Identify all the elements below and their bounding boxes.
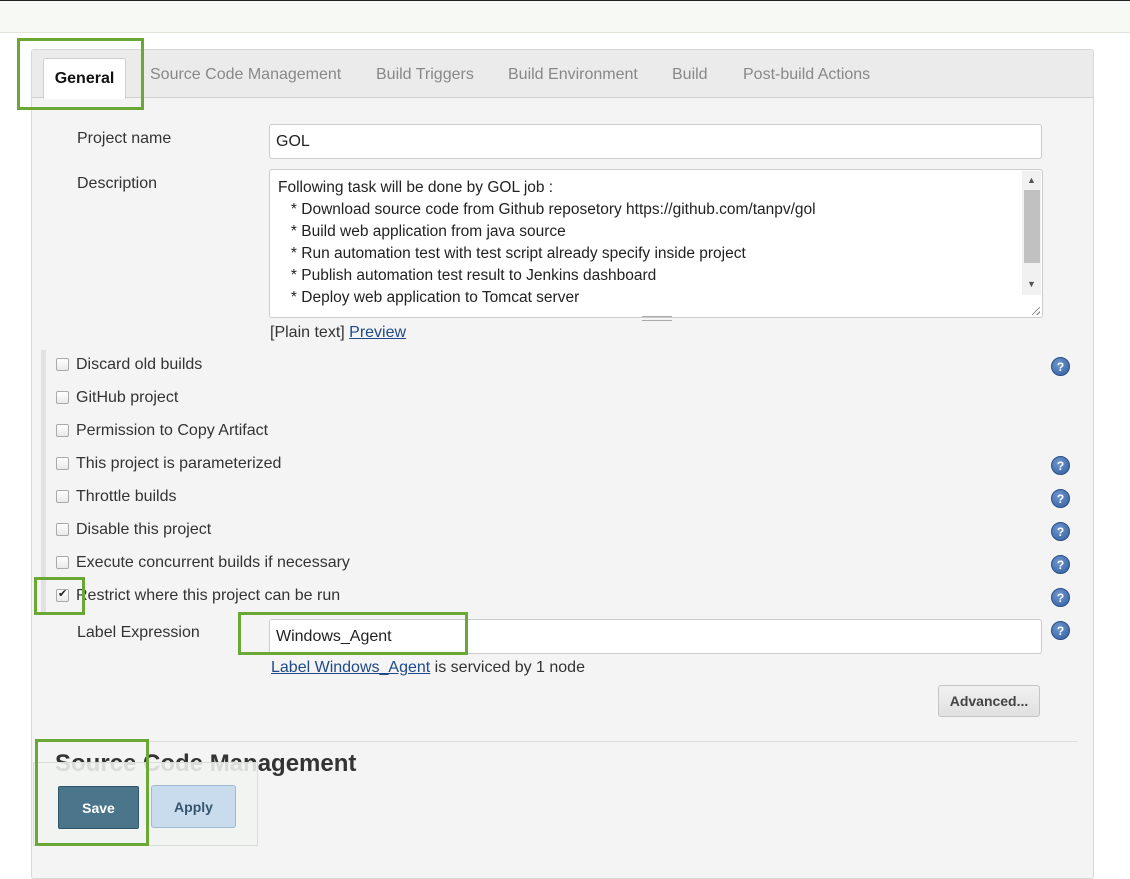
tab-general[interactable]: General bbox=[43, 58, 126, 99]
preview-link[interactable]: Preview bbox=[349, 324, 406, 341]
label-expression-value: Windows_Agent bbox=[276, 627, 392, 645]
tab-build[interactable]: Build bbox=[672, 66, 708, 84]
description-line: * Deploy web application to Tomcat serve… bbox=[278, 289, 580, 306]
description-format-line: [Plain text] Preview bbox=[270, 324, 406, 342]
restrict-project-checkbox[interactable] bbox=[56, 587, 69, 602]
permission-copy-artifact-checkbox[interactable] bbox=[56, 424, 69, 437]
disable-project-label: Disable this project bbox=[76, 521, 212, 538]
help-icon[interactable]: ? bbox=[1051, 357, 1070, 376]
label-status-text: is serviced by 1 node bbox=[430, 659, 585, 676]
label-windows-agent-link[interactable]: Label Windows_Agent bbox=[271, 659, 430, 676]
github-project-checkbox[interactable] bbox=[56, 391, 69, 404]
advanced-button[interactable]: Advanced... bbox=[938, 685, 1040, 717]
throttle-builds-checkbox[interactable] bbox=[56, 490, 69, 503]
scrollbar-thumb[interactable] bbox=[1024, 190, 1040, 263]
description-line: * Download source code from Github repos… bbox=[278, 201, 816, 218]
parameterized-checkbox[interactable] bbox=[56, 457, 69, 470]
description-textarea[interactable]: Following task will be done by GOL job :… bbox=[269, 169, 1043, 318]
throttle-builds-label: Throttle builds bbox=[76, 488, 177, 505]
label-status-line: Label Windows_Agent is serviced by 1 nod… bbox=[271, 659, 585, 677]
save-button[interactable]: Save bbox=[58, 786, 139, 829]
resize-handle-icon[interactable] bbox=[1032, 307, 1040, 315]
description-line: Following task will be done by GOL job : bbox=[278, 179, 554, 196]
top-bar bbox=[0, 0, 1130, 33]
restrict-project-label: Restrict where this project can be run bbox=[76, 587, 341, 604]
tab-build-triggers[interactable]: Build Triggers bbox=[376, 66, 474, 84]
discard-old-builds-label: Discard old builds bbox=[76, 356, 203, 373]
description-scrollbar[interactable]: ▲ ▼ bbox=[1022, 171, 1041, 295]
plain-text-label: [Plain text] bbox=[270, 324, 345, 341]
label-expression-input[interactable]: Windows_Agent bbox=[269, 619, 1042, 654]
github-project-label: GitHub project bbox=[76, 389, 179, 406]
tab-build-environment[interactable]: Build Environment bbox=[508, 66, 638, 84]
project-name-input[interactable]: GOL bbox=[269, 124, 1042, 159]
project-name-value: GOL bbox=[276, 132, 310, 150]
help-icon[interactable]: ? bbox=[1051, 621, 1070, 640]
concurrent-builds-label: Execute concurrent builds if necessary bbox=[76, 554, 350, 571]
discard-old-builds-checkbox[interactable] bbox=[56, 358, 69, 371]
description-label: Description bbox=[77, 175, 158, 192]
scroll-down-arrow-icon[interactable]: ▼ bbox=[1022, 275, 1041, 292]
tab-post-build-actions[interactable]: Post-build Actions bbox=[743, 66, 870, 84]
concurrent-builds-checkbox[interactable] bbox=[56, 556, 69, 569]
apply-button[interactable]: Apply bbox=[151, 785, 236, 828]
scroll-up-arrow-icon[interactable]: ▲ bbox=[1022, 171, 1041, 188]
label-expression-label: Label Expression bbox=[77, 624, 200, 641]
parameterized-label: This project is parameterized bbox=[76, 455, 282, 472]
help-icon[interactable]: ? bbox=[1051, 489, 1070, 508]
options-left-rule bbox=[41, 350, 46, 612]
description-line: * Build web application from java source bbox=[278, 223, 566, 240]
help-icon[interactable]: ? bbox=[1051, 522, 1070, 541]
help-icon[interactable]: ? bbox=[1051, 555, 1070, 574]
disable-project-checkbox[interactable] bbox=[56, 523, 69, 536]
permission-copy-artifact-label: Permission to Copy Artifact bbox=[76, 422, 269, 439]
description-line: * Publish automation test result to Jenk… bbox=[278, 267, 657, 284]
project-name-label: Project name bbox=[77, 130, 172, 147]
description-line: * Run automation test with test script a… bbox=[278, 245, 746, 262]
help-icon[interactable]: ? bbox=[1051, 588, 1070, 607]
tab-source-code-management[interactable]: Source Code Management bbox=[150, 66, 341, 84]
textarea-grip-icon[interactable] bbox=[642, 316, 672, 321]
help-icon[interactable]: ? bbox=[1051, 456, 1070, 475]
section-divider bbox=[42, 741, 1077, 742]
